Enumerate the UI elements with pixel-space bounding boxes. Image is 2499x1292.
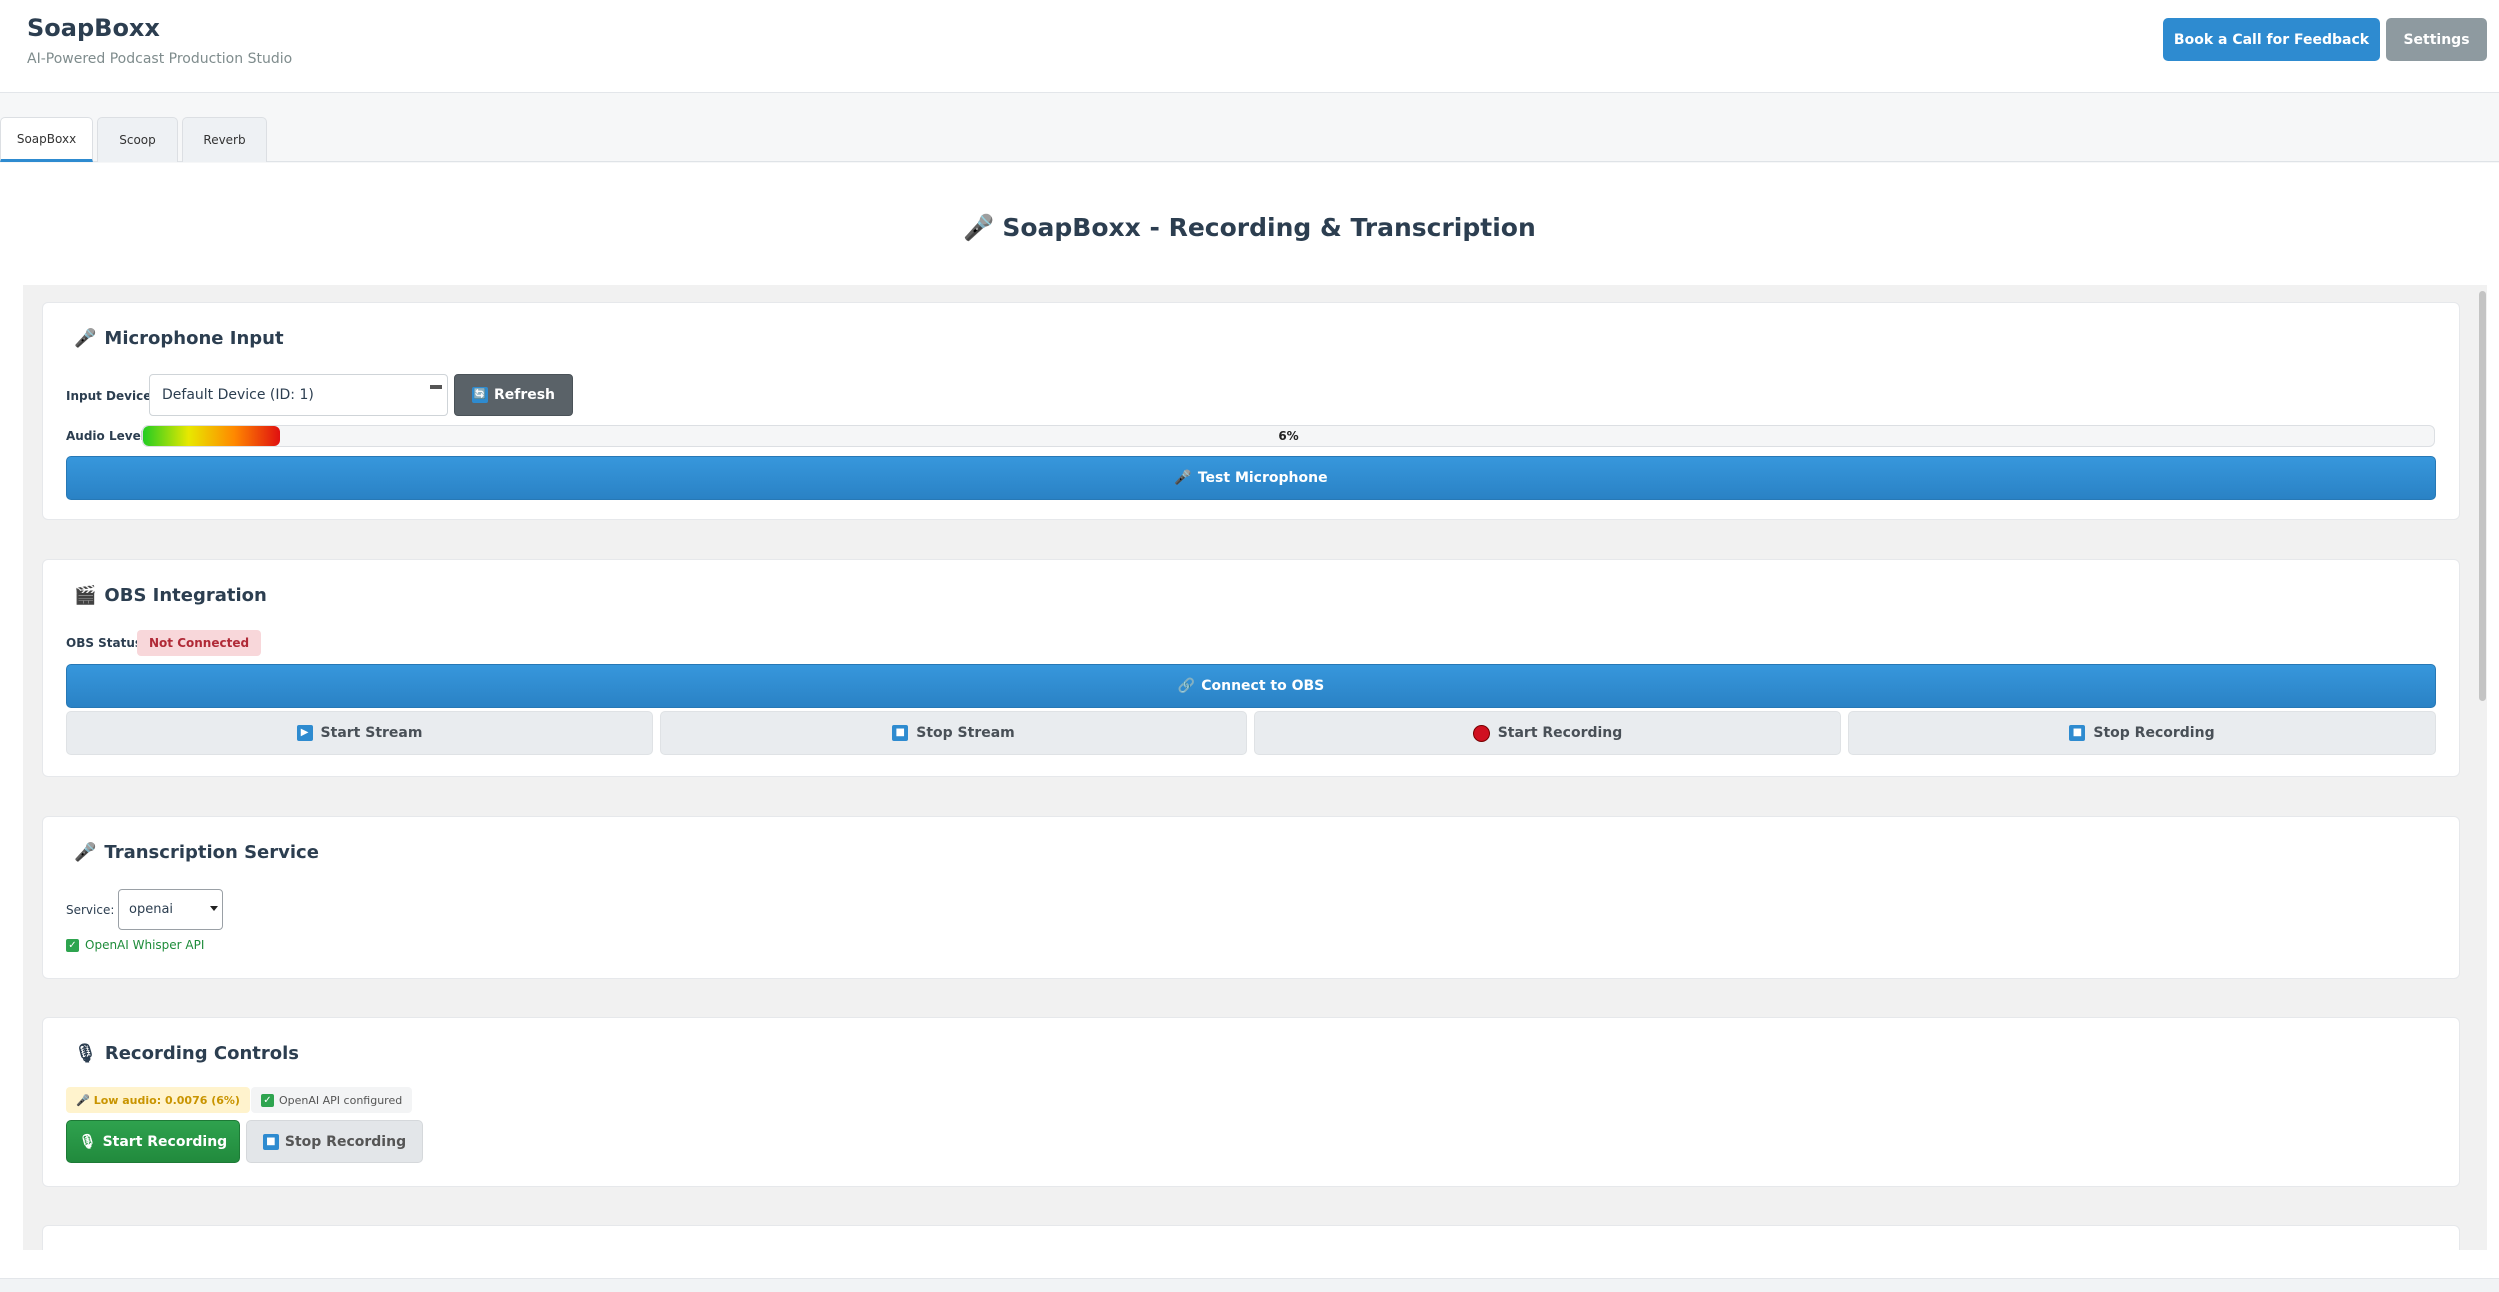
test-microphone-label: Test Microphone	[1197, 470, 1328, 486]
chevron-down-icon	[210, 906, 218, 911]
service-select[interactable]: openai	[118, 889, 223, 930]
studio-microphone-icon: 🎙	[78, 1133, 97, 1150]
recording-card-title: 🎙 Recording Controls	[74, 1043, 299, 1064]
api-configured-badge: ✓ OpenAI API configured	[251, 1087, 413, 1113]
api-configured-text: OpenAI API configured	[279, 1093, 403, 1107]
audio-level-meter: 6%	[142, 425, 2435, 447]
stop-stream-button[interactable]: ■ Stop Stream	[660, 711, 1247, 755]
microphone-card-title: 🎤 Microphone Input	[74, 328, 284, 349]
obs-stop-recording-button[interactable]: ■ Stop Recording	[1848, 711, 2436, 755]
low-audio-text: Low audio: 0.0076 (6%)	[93, 1093, 240, 1107]
stop-icon: ■	[892, 725, 909, 741]
stop-stream-label: Stop Stream	[916, 725, 1015, 741]
microphone-icon: 🎤	[963, 213, 995, 242]
stop-recording-button[interactable]: ■ Stop Recording	[246, 1120, 423, 1163]
obs-card-title: 🎬 OBS Integration	[74, 585, 267, 606]
connect-obs-button[interactable]: 🔗 Connect to OBS	[66, 664, 2436, 708]
service-label: Service:	[66, 903, 115, 917]
play-icon: ▶	[296, 725, 313, 741]
audio-level-label: Audio Level:	[66, 429, 150, 443]
settings-button[interactable]: Settings	[2386, 18, 2487, 61]
transcription-card-title: 🎤 Transcription Service	[74, 842, 319, 863]
microphone-icon: 🎤	[74, 842, 97, 863]
stop-recording-label: Stop Recording	[284, 1133, 407, 1150]
obs-start-recording-button[interactable]: Start Recording	[1254, 711, 1841, 755]
start-recording-label: Start Recording	[102, 1133, 228, 1150]
link-icon: 🔗	[1177, 678, 1196, 694]
refresh-button[interactable]: 🔄 Refresh	[454, 374, 573, 416]
record-dot-icon	[1472, 724, 1490, 742]
microphone-title-text: Microphone Input	[104, 328, 284, 349]
footer-strip	[0, 1278, 2499, 1292]
check-icon: ✓	[66, 938, 79, 952]
book-call-button[interactable]: Book a Call for Feedback	[2163, 18, 2380, 61]
app-header: SoapBoxx AI-Powered Podcast Production S…	[0, 0, 2499, 93]
start-stream-label: Start Stream	[320, 725, 423, 741]
microphone-icon: 🎤	[74, 328, 97, 349]
start-recording-button[interactable]: 🎙 Start Recording	[66, 1120, 240, 1163]
microphone-icon: 🎤	[76, 1093, 90, 1107]
refresh-icon: 🔄	[471, 387, 488, 403]
input-device-value: Default Device (ID: 1)	[162, 387, 314, 403]
microphone-card: 🎤 Microphone Input Input Device: Default …	[42, 302, 2460, 520]
check-icon: ✓	[261, 1093, 274, 1107]
input-device-select[interactable]: Default Device (ID: 1)	[149, 374, 448, 416]
refresh-label: Refresh	[493, 387, 556, 403]
connect-obs-label: Connect to OBS	[1201, 678, 1325, 694]
stop-icon: ■	[262, 1133, 279, 1150]
start-stream-button[interactable]: ▶ Start Stream	[66, 711, 653, 755]
next-card	[42, 1225, 2460, 1250]
page-title: 🎤 SoapBoxx - Recording & Transcription	[0, 213, 2499, 243]
obs-card: 🎬 OBS Integration OBS Status: Not Connect…	[42, 559, 2460, 777]
input-device-label: Input Device:	[66, 389, 157, 403]
microphone-icon: 🎤	[1174, 470, 1192, 486]
scroll-area[interactable]: 🎤 Microphone Input Input Device: Default …	[23, 285, 2478, 1250]
api-status-text: OpenAI Whisper API	[85, 938, 205, 952]
obs-title-text: OBS Integration	[104, 585, 267, 606]
obs-status-badge: Not Connected	[137, 630, 262, 656]
service-value: openai	[129, 902, 174, 917]
stop-icon: ■	[2069, 725, 2086, 741]
app-subtitle: AI-Powered Podcast Production Studio	[27, 51, 293, 67]
tab-reverb[interactable]: Reverb	[182, 117, 267, 162]
transcription-card: 🎤 Transcription Service Service: openai ✓…	[42, 816, 2460, 979]
page-title-text: SoapBoxx - Recording & Transcription	[1002, 213, 1536, 242]
recording-title-text: Recording Controls	[104, 1043, 299, 1064]
tab-soapboxx[interactable]: SoapBoxx	[0, 117, 93, 162]
low-audio-badge: 🎤 Low audio: 0.0076 (6%)	[66, 1087, 250, 1113]
test-microphone-button[interactable]: 🎤 Test Microphone	[66, 456, 2436, 500]
scrollbar-thumb[interactable]	[2479, 291, 2486, 701]
tab-scoop[interactable]: Scoop	[97, 117, 178, 162]
audio-level-text: 6%	[1278, 429, 1299, 443]
obs-start-recording-label: Start Recording	[1497, 725, 1623, 741]
app-title: SoapBoxx	[27, 14, 160, 42]
tab-bar: SoapBoxx Scoop Reverb	[0, 117, 2499, 162]
obs-status-label: OBS Status:	[66, 636, 147, 650]
transcription-title-text: Transcription Service	[104, 842, 319, 863]
recording-card: 🎙 Recording Controls 🎤 Low audio: 0.0076 …	[42, 1017, 2460, 1187]
api-status-row: ✓ OpenAI Whisper API	[66, 938, 204, 952]
main-panel: 🎤 SoapBoxx - Recording & Transcription 🎤 M…	[0, 163, 2499, 1278]
select-handle-icon	[430, 385, 442, 389]
clapperboard-icon: 🎬	[74, 585, 97, 606]
studio-microphone-icon: 🎙	[74, 1043, 97, 1064]
obs-stop-recording-label: Stop Recording	[2093, 725, 2215, 741]
